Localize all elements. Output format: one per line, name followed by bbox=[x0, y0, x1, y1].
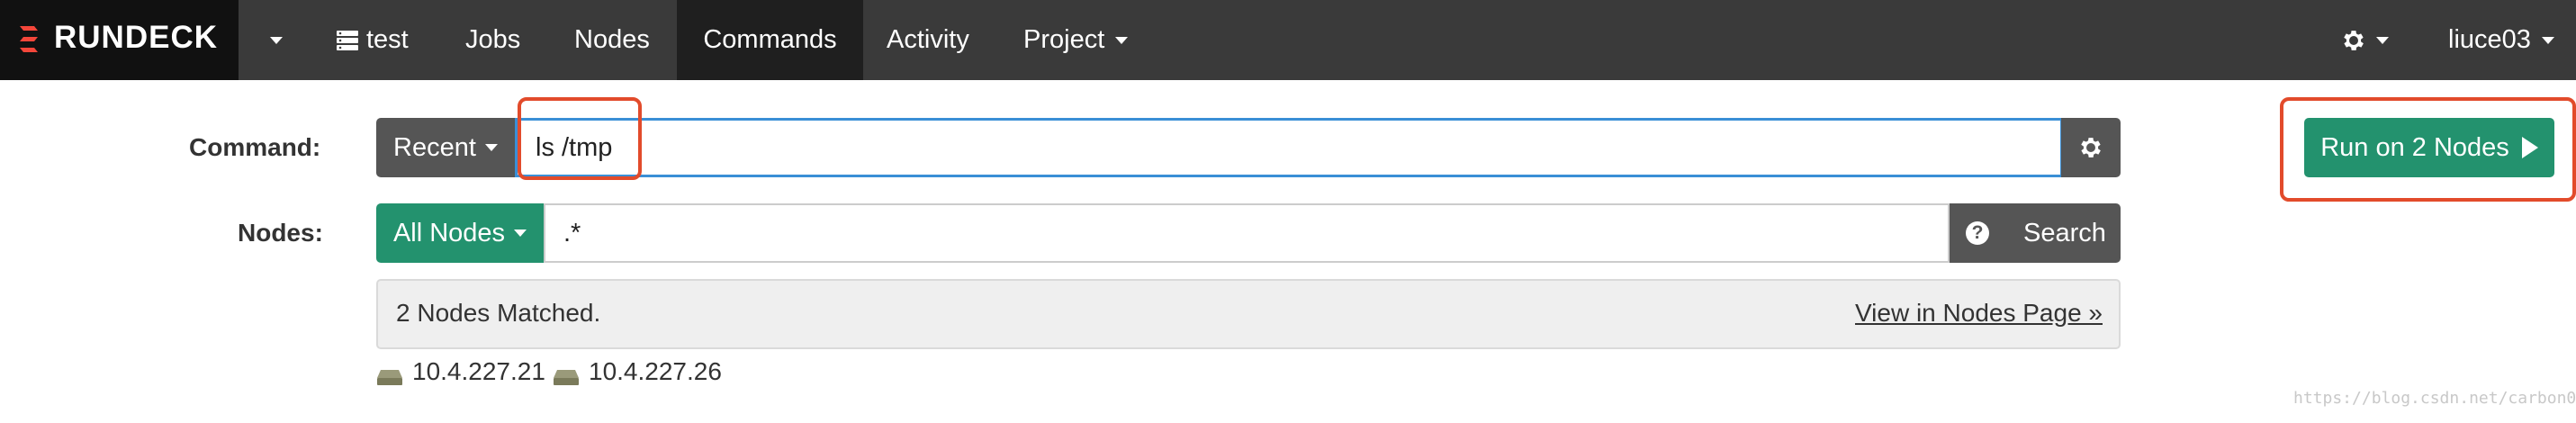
recent-commands-label: Recent bbox=[393, 132, 476, 162]
matched-node-name: 10.4.227.26 bbox=[589, 357, 722, 385]
command-input-value: ls /tmp bbox=[536, 132, 613, 162]
caret-down-icon bbox=[270, 36, 283, 44]
nav-project-menu[interactable]: Project bbox=[1023, 0, 1129, 80]
top-navbar: RUNDECK test Jobs Nodes Commands Activit… bbox=[0, 0, 2576, 80]
nav-project-label: test bbox=[366, 25, 409, 54]
node-search-button[interactable]: ? Search bbox=[1950, 203, 2121, 263]
nav-activity[interactable]: Activity bbox=[887, 0, 969, 80]
command-label: Command: bbox=[189, 133, 321, 161]
nav-project-home[interactable]: test bbox=[336, 0, 409, 80]
hdd-icon bbox=[377, 370, 402, 385]
watermark: https://blog.csdn.net/carbon06 bbox=[2293, 389, 2576, 408]
caret-down-icon bbox=[484, 144, 498, 151]
play-icon bbox=[2521, 137, 2538, 158]
node-filter-value: .* bbox=[563, 218, 581, 248]
user-menu[interactable]: liuce03 bbox=[2448, 0, 2554, 80]
nav-jobs[interactable]: Jobs bbox=[465, 0, 520, 80]
run-command-button[interactable]: Run on 2 Nodes bbox=[2304, 118, 2554, 177]
node-filter-input[interactable]: .* bbox=[544, 203, 1950, 263]
caret-down-icon bbox=[514, 230, 527, 237]
settings-menu[interactable] bbox=[2340, 0, 2389, 80]
rundeck-logo-icon bbox=[20, 26, 38, 52]
nodes-matched-summary: 2 Nodes Matched. bbox=[396, 299, 601, 327]
gear-icon bbox=[2344, 30, 2364, 50]
nodes-matched-panel: 2 Nodes Matched. View in Nodes Page » bbox=[376, 279, 2121, 349]
nav-nodes[interactable]: Nodes bbox=[574, 0, 650, 80]
command-settings-button[interactable] bbox=[2061, 118, 2121, 177]
recent-commands-button[interactable]: Recent bbox=[376, 118, 515, 177]
nav-project-menu-label: Project bbox=[1023, 25, 1105, 54]
command-input[interactable]: ls /tmp bbox=[515, 118, 2063, 177]
nodes-label: Nodes: bbox=[238, 219, 323, 247]
matched-node[interactable]: 10.4.227.21 bbox=[376, 354, 545, 390]
matched-node[interactable]: 10.4.227.26 bbox=[553, 354, 722, 390]
caret-down-icon bbox=[2541, 36, 2554, 44]
node-filter-label: All Nodes bbox=[392, 218, 506, 248]
caret-down-icon bbox=[1115, 36, 1129, 44]
gear-icon bbox=[2081, 138, 2101, 158]
question-circle-icon: ? bbox=[1966, 221, 1989, 245]
server-icon bbox=[337, 30, 358, 50]
brand[interactable]: RUNDECK bbox=[0, 0, 239, 80]
matched-node-name: 10.4.227.21 bbox=[412, 357, 545, 385]
brand-name: RUNDECK bbox=[54, 20, 218, 55]
run-command-label: Run on 2 Nodes bbox=[2320, 132, 2509, 162]
nav-commands[interactable]: Commands bbox=[677, 0, 863, 80]
user-name: liuce03 bbox=[2448, 25, 2531, 54]
node-search-label: Search bbox=[2023, 218, 2106, 248]
hdd-icon bbox=[554, 370, 579, 385]
caret-down-icon bbox=[2376, 36, 2389, 44]
project-switcher-dropdown[interactable] bbox=[261, 0, 292, 80]
view-in-nodes-page-link[interactable]: View in Nodes Page » bbox=[1855, 299, 2103, 328]
node-filter-dropdown[interactable]: All Nodes bbox=[376, 203, 544, 263]
